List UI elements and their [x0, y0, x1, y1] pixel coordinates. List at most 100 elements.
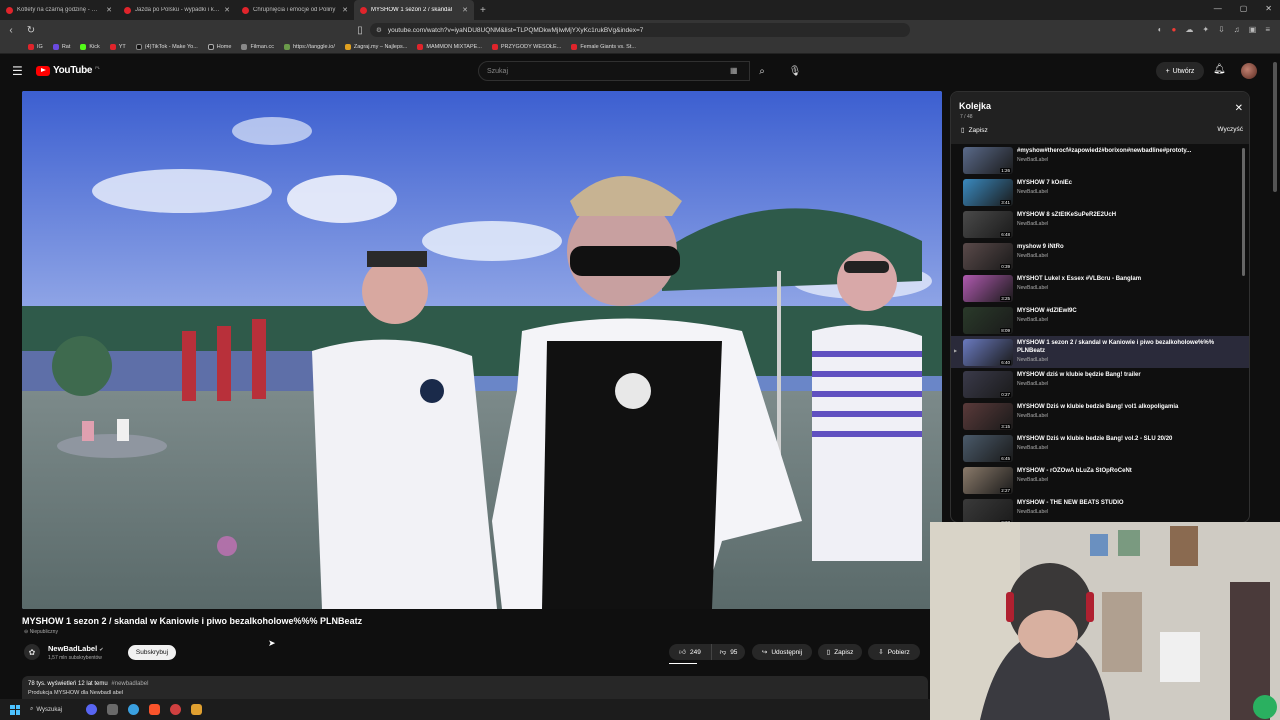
notifications-bell-icon[interactable]: 🔔︎	[1213, 64, 1226, 75]
search-icon: ⌕	[30, 706, 34, 712]
browser-tab[interactable]: Chrupnięcia i emocje od Poliny ✕	[236, 0, 354, 20]
search-input[interactable]: Szukaj	[478, 61, 750, 81]
playlist-thumbnail[interactable]: 3:41	[963, 179, 1013, 206]
playlist-thumbnail[interactable]: 3:25	[963, 275, 1013, 302]
bookmark-item[interactable]: MAMMON MIXTAPE...	[417, 43, 482, 50]
bookmark-item[interactable]: Zagraj.my – Najleps...	[344, 43, 407, 50]
close-tab-icon[interactable]: ✕	[224, 6, 230, 14]
playlist-item[interactable]: 6:45 MYSHOW Dziś w klubie bedzie Bang! vo…	[951, 432, 1249, 464]
playlist-save-button[interactable]: ▯ Zapisz	[961, 126, 988, 135]
search-button[interactable]: ⌕	[750, 61, 774, 81]
close-tab-icon[interactable]: ✕	[462, 6, 468, 14]
close-tab-icon[interactable]: ✕	[342, 6, 348, 14]
close-window-icon[interactable]: ✕	[1265, 4, 1272, 13]
extension-icon[interactable]: ☁	[1185, 25, 1193, 34]
bookmark-item[interactable]: Kick	[80, 43, 100, 50]
playlist-thumbnail[interactable]: 0:27	[963, 371, 1013, 398]
browser-icon[interactable]	[128, 704, 139, 715]
playlist-thumbnail[interactable]: 6:45	[963, 435, 1013, 462]
youtube-play-icon	[36, 65, 50, 76]
bookmark-item[interactable]: Filman.cc	[241, 43, 274, 50]
playlist-thumbnail[interactable]: 8:09	[963, 307, 1013, 334]
playlist-thumbnail[interactable]: 6:48	[963, 211, 1013, 238]
playlist-thumbnail[interactable]: 1:26	[963, 147, 1013, 174]
bookmark-item[interactable]: PRZYGODY WESOŁE...	[491, 43, 561, 50]
playlist-item[interactable]: 0:39 myshow 9 iNtRo NewBadLabel	[951, 240, 1249, 272]
playlist-item[interactable]: 1:26 #myshow#therocf#zapowiedź#borixon#ne…	[951, 144, 1249, 176]
app-icon[interactable]	[107, 704, 118, 715]
playlist-thumbnail[interactable]: 2:27	[963, 467, 1013, 494]
download-icon[interactable]: ⇩	[1218, 25, 1225, 34]
playlist-item-title: MYSHOW dziś w klubie będzie Bang! traile…	[1017, 372, 1141, 378]
playlist-scrollbar[interactable]	[1242, 148, 1245, 276]
close-tab-icon[interactable]: ✕	[106, 6, 112, 14]
browser-tab[interactable]: Jazda po Polsku - wypadki i kolizje ✕	[118, 0, 236, 20]
save-button[interactable]: ▯ Zapisz	[818, 644, 862, 660]
playlist-item[interactable]: 6:48 MYSHOW 8 sZtEtKeSuPeR2E2UcH NewBadLab…	[951, 208, 1249, 240]
windows-start-icon[interactable]	[10, 704, 20, 715]
bookmark-item[interactable]: Female Giants vs. St...	[571, 43, 636, 50]
like-button[interactable]: 👍︎ 249	[669, 644, 711, 660]
extension-icon[interactable]: ◐	[1158, 25, 1163, 34]
hashtag-link[interactable]: #newbadlabel	[111, 681, 148, 687]
bookmark-item[interactable]: (4)TikTok - Make Yo...	[135, 43, 198, 50]
music-icon[interactable]: ♫	[1234, 25, 1240, 34]
bookmark-item[interactable]: YT	[109, 43, 126, 50]
brave-icon[interactable]	[149, 704, 160, 715]
channel-name[interactable]: NewBadLabel ✔	[48, 644, 103, 653]
voice-search-button[interactable]: 🎙︎	[786, 61, 804, 81]
bookmark-icon[interactable]: ▯	[355, 25, 365, 36]
playlist-thumbnail[interactable]: 2:23	[963, 499, 1013, 522]
playlist-item-text: MYSHOW 1 sezon 2 / skandal w Kaniowie i …	[1017, 339, 1243, 363]
avatar[interactable]	[1241, 63, 1257, 79]
duration-badge: 2:27	[1000, 488, 1011, 493]
puzzle-icon[interactable]: ✦	[1202, 25, 1209, 34]
bookmark-item[interactable]: Home	[207, 43, 231, 50]
playlist-item[interactable]: 2:27 MYSHOW - rÓŻOwA bLuZa StOpRoCeNt NewB…	[951, 464, 1249, 496]
keyboard-icon[interactable]: ▦	[730, 66, 738, 75]
url-field[interactable]: ⚙ youtube.com/watch?v=iyaNDU8UQNM&list=T…	[370, 23, 910, 37]
chrome-icon[interactable]	[170, 704, 181, 715]
playlist-clear-button[interactable]: Wyczyść	[1217, 126, 1243, 133]
playlist-item[interactable]: 2:23 MYSHOW - THE NEW BEATS STUDIO NewBadL…	[951, 496, 1249, 522]
minimize-icon[interactable]: —	[1214, 4, 1222, 13]
channel-avatar[interactable]: ✿	[24, 644, 40, 660]
subscribe-button[interactable]: Subskrybuj	[128, 645, 176, 660]
playlist-item[interactable]: 3:15 MYSHOW Dziś w klubie bedzie Bang! vo…	[951, 400, 1249, 432]
site-info-icon[interactable]: ⚙	[376, 26, 382, 34]
playlist-item[interactable]: 8:09 MYSHOW #dZIEwI9Ć NewBadLabel	[951, 304, 1249, 336]
browser-tab-active[interactable]: MYSHOW 1 sezon 2 / skandal ✕	[354, 0, 474, 20]
share-button[interactable]: ↪ Udostępnij	[752, 644, 812, 660]
playlist-thumbnail[interactable]: 6:40	[963, 339, 1013, 366]
bookmark-favicon-icon	[344, 43, 351, 50]
bookmark-item[interactable]: https://tanggle.io/	[283, 43, 335, 50]
bookmark-item[interactable]: IG	[28, 43, 43, 50]
extension-icon[interactable]: ●	[1172, 25, 1177, 34]
playlist-thumbnail[interactable]: 0:39	[963, 243, 1013, 270]
wallet-icon[interactable]: ▣	[1249, 25, 1257, 34]
discord-icon[interactable]	[86, 704, 97, 715]
hamburger-menu-icon[interactable]: ☰	[12, 64, 23, 78]
playlist-thumbnail[interactable]: 3:15	[963, 403, 1013, 430]
reload-icon[interactable]: ↻	[26, 25, 36, 36]
app-icon[interactable]	[191, 704, 202, 715]
page-scrollbar[interactable]	[1273, 62, 1277, 192]
close-icon[interactable]: ✕	[1235, 103, 1243, 114]
download-button[interactable]: ⇩ Pobierz	[868, 644, 920, 660]
download-icon: ⇩	[878, 649, 884, 656]
playlist-item[interactable]: 3:25 MYSHOT Lukel x Essex #VLBcru - Bangl…	[951, 272, 1249, 304]
menu-icon[interactable]: ≡	[1265, 25, 1270, 34]
bookmark-item[interactable]: Rat	[52, 43, 70, 50]
youtube-logo[interactable]: YouTube PL	[36, 65, 100, 76]
taskbar-search[interactable]: ⌕ Wyszukaj	[30, 706, 76, 713]
back-icon[interactable]: ‹	[6, 25, 16, 36]
dislike-button[interactable]: 👎︎ 95	[711, 644, 745, 660]
browser-tab[interactable]: Kotlety na czarną godzinę - mogą u ✕	[0, 0, 118, 20]
maximize-icon[interactable]: ▢	[1240, 4, 1248, 13]
playlist-item[interactable]: ▶ 6:40 MYSHOW 1 sezon 2 / skandal w Kaniow…	[951, 336, 1249, 368]
playlist-item[interactable]: 3:41 MYSHOW 7 kOnIEc NewBadLabel	[951, 176, 1249, 208]
video-player[interactable]	[22, 91, 942, 609]
playlist-item[interactable]: 0:27 MYSHOW dziś w klubie będzie Bang! tr…	[951, 368, 1249, 400]
create-button[interactable]: + Utwórz	[1156, 62, 1204, 80]
new-tab-button[interactable]: +	[480, 5, 486, 16]
